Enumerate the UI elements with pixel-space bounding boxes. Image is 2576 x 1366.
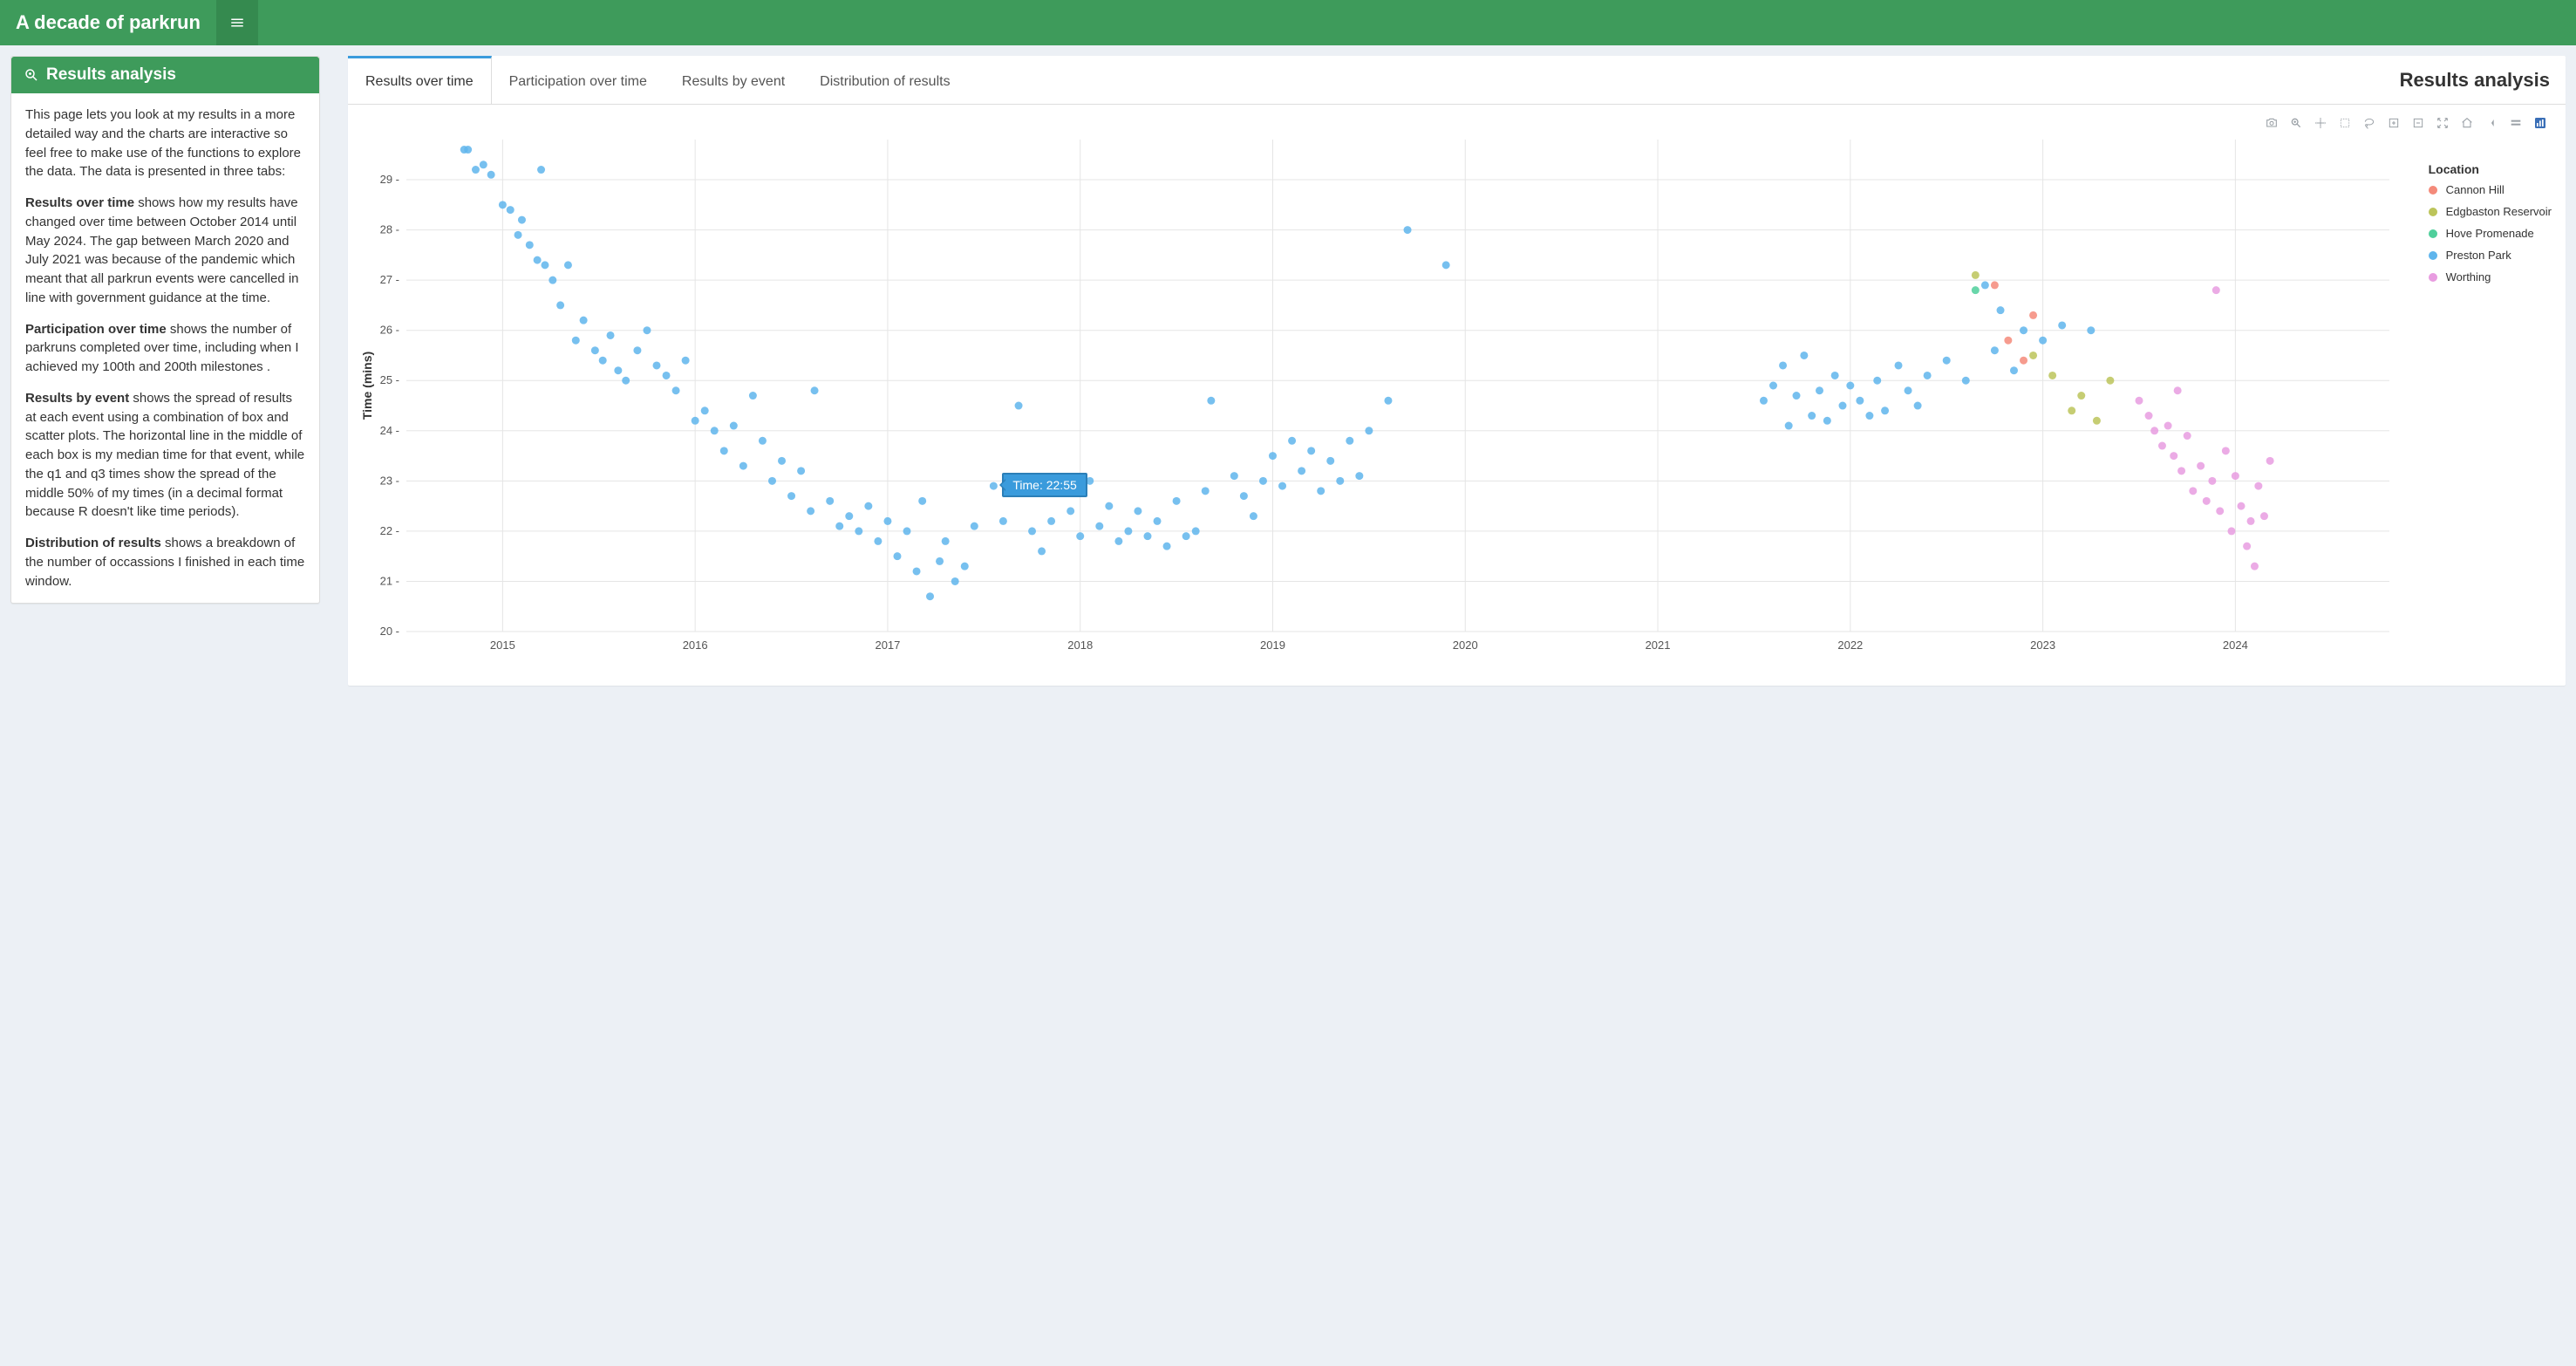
legend-swatch: [2429, 273, 2437, 282]
box-select-icon[interactable]: [2337, 115, 2353, 131]
svg-text:2022: 2022: [1837, 639, 1863, 652]
legend-swatch: [2429, 229, 2437, 238]
tab-results-by-event[interactable]: Results by event: [664, 56, 802, 104]
autoscale-icon[interactable]: [2435, 115, 2450, 131]
info-intro: This page lets you look at my results in…: [25, 106, 305, 181]
legend-label: Edgbaston Reservoir: [2446, 205, 2552, 218]
sidebar: Results analysis This page lets you look…: [10, 56, 320, 604]
legend-item-hove-promenade[interactable]: Hove Promenade: [2429, 227, 2552, 240]
legend-item-worthing[interactable]: Worthing: [2429, 270, 2552, 283]
svg-text:21 -: 21 -: [380, 574, 399, 587]
svg-text:24 -: 24 -: [380, 424, 399, 437]
svg-text:28 -: 28 -: [380, 223, 399, 236]
legend-label: Hove Promenade: [2446, 227, 2534, 240]
info-panel: Results analysis This page lets you look…: [10, 56, 320, 604]
zoom-out-icon[interactable]: [2410, 115, 2426, 131]
lasso-icon[interactable]: [2361, 115, 2377, 131]
sidebar-toggle-button[interactable]: [216, 0, 258, 45]
svg-text:23 -: 23 -: [380, 474, 399, 487]
info-para: Distribution of results shows a breakdow…: [25, 534, 305, 591]
info-panel-title: Results analysis: [46, 65, 176, 85]
hover-tooltip: Time: 22:55: [1002, 473, 1087, 497]
svg-text:27 -: 27 -: [380, 273, 399, 286]
tooltip-label: Time: 22:55: [1012, 478, 1076, 492]
info-para: Participation over time shows the number…: [25, 320, 305, 377]
info-para-bold: Results by event: [25, 391, 129, 406]
svg-text:2021: 2021: [1646, 639, 1671, 652]
svg-text:2017: 2017: [875, 639, 900, 652]
legend-label: Cannon Hill: [2446, 183, 2504, 196]
svg-text:2019: 2019: [1260, 639, 1285, 652]
reset-icon[interactable]: [2459, 115, 2475, 131]
svg-text:2023: 2023: [2030, 639, 2055, 652]
spike-icon[interactable]: [2484, 115, 2499, 131]
main: Results over timeParticipation over time…: [348, 56, 2566, 686]
tab-results-over-time[interactable]: Results over time: [348, 56, 492, 104]
legend-item-edgbaston-reservoir[interactable]: Edgbaston Reservoir: [2429, 205, 2552, 218]
info-para-bold: Participation over time: [25, 322, 167, 337]
camera-icon[interactable]: [2264, 115, 2280, 131]
svg-text:Time (mins): Time (mins): [360, 352, 374, 420]
scatter-plot[interactable]: 2015 2016 2017 2018 2019 2020 2021 2022 2023 2024…: [358, 133, 2555, 665]
legend-label: Preston Park: [2446, 249, 2511, 262]
info-para-bold: Distribution of results: [25, 536, 161, 550]
svg-text:2016: 2016: [683, 639, 708, 652]
legend: Location Cannon Hill Edgbaston Reservoir H…: [2429, 162, 2552, 292]
app-title: A decade of parkrun: [0, 0, 216, 45]
svg-text:2015: 2015: [490, 639, 515, 652]
svg-text:2018: 2018: [1067, 639, 1093, 652]
svg-text:2024: 2024: [2223, 639, 2248, 652]
plotly-icon[interactable]: [2532, 115, 2548, 131]
chart-modebar: [358, 112, 2555, 133]
legend-item-preston-park[interactable]: Preston Park: [2429, 249, 2552, 262]
svg-text:26 -: 26 -: [380, 324, 399, 337]
analysis-icon: [24, 67, 39, 83]
panel-title: Results analysis: [2400, 57, 2550, 104]
info-para: Results by event shows the spread of res…: [25, 389, 305, 522]
legend-swatch: [2429, 251, 2437, 260]
tab-distribution-of-results[interactable]: Distribution of results: [802, 56, 967, 104]
tabs-row: Results over timeParticipation over time…: [348, 56, 2566, 105]
tabs: Results over timeParticipation over time…: [348, 56, 968, 104]
pan-icon[interactable]: [2313, 115, 2328, 131]
navbar: A decade of parkrun: [0, 0, 2576, 45]
legend-item-cannon-hill[interactable]: Cannon Hill: [2429, 183, 2552, 196]
info-para-bold: Results over time: [25, 195, 134, 210]
hamburger-icon: [229, 15, 245, 31]
chart-card: Results over timeParticipation over time…: [348, 56, 2566, 686]
legend-swatch: [2429, 186, 2437, 195]
legend-label: Worthing: [2446, 270, 2491, 283]
zoom-icon[interactable]: [2288, 115, 2304, 131]
zoom-in-icon[interactable]: [2386, 115, 2402, 131]
svg-text:25 -: 25 -: [380, 373, 399, 386]
info-panel-header: Results analysis: [11, 57, 319, 93]
info-panel-body: This page lets you look at my results in…: [11, 93, 319, 603]
tab-participation-over-time[interactable]: Participation over time: [492, 56, 664, 104]
svg-text:20 -: 20 -: [380, 625, 399, 638]
legend-title: Location: [2429, 162, 2552, 176]
svg-text:22 -: 22 -: [380, 524, 399, 537]
svg-text:29 -: 29 -: [380, 173, 399, 186]
legend-swatch: [2429, 208, 2437, 216]
info-para: Results over time shows how my results h…: [25, 194, 305, 308]
compare-icon[interactable]: [2508, 115, 2524, 131]
svg-text:2020: 2020: [1453, 639, 1478, 652]
